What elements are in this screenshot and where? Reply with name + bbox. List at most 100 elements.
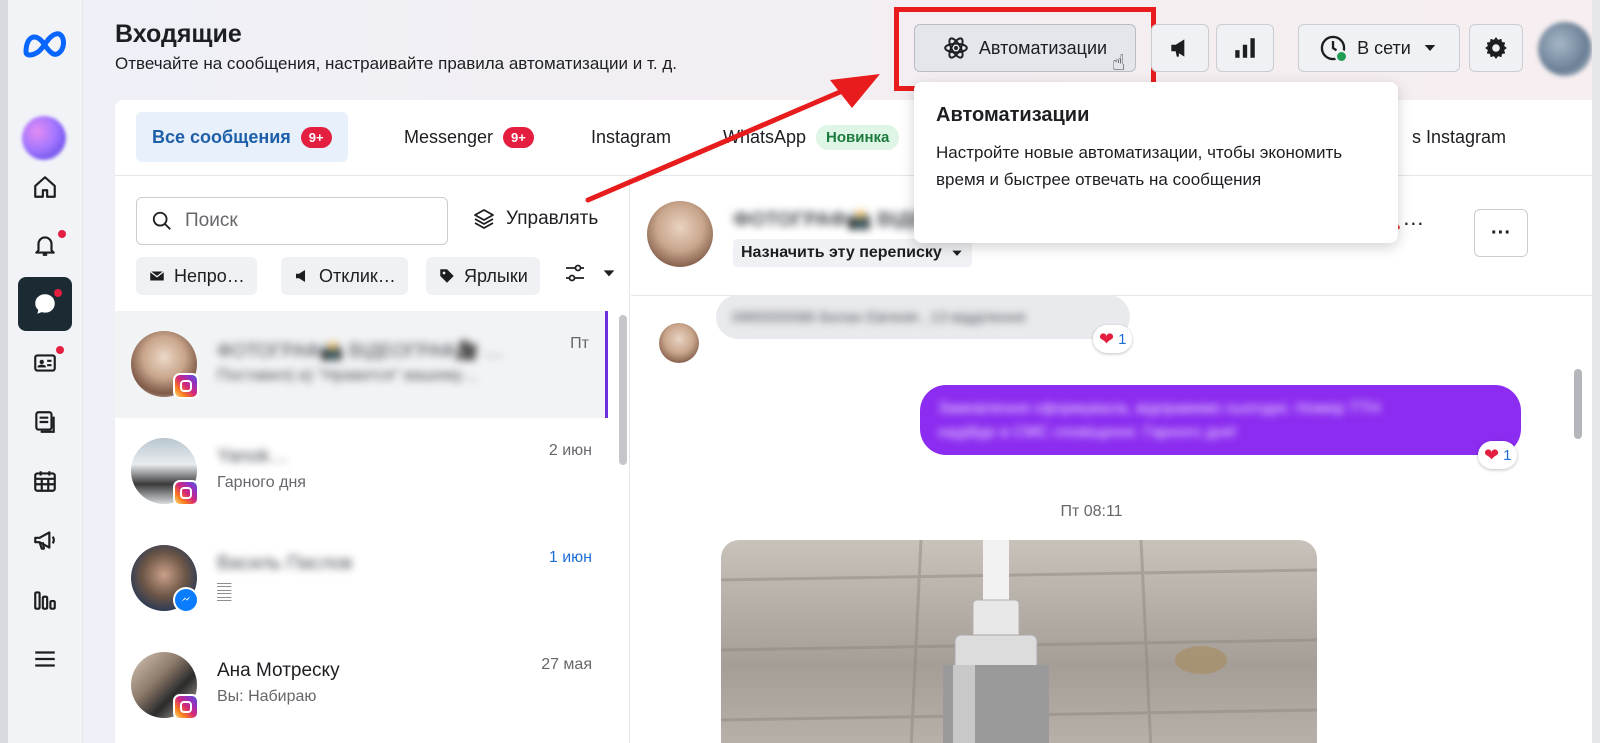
search-icon xyxy=(152,211,171,230)
left-rail xyxy=(8,0,83,743)
clock-icon xyxy=(1319,34,1349,63)
meta-logo-icon[interactable] xyxy=(22,28,70,63)
caret-down-icon xyxy=(603,270,615,277)
chip-label: Непро… xyxy=(174,265,245,286)
filter-chip-labels[interactable]: Ярлыки xyxy=(426,257,540,295)
manage-button[interactable]: Управлять xyxy=(472,207,598,231)
bar-chart-icon xyxy=(1235,38,1255,58)
status-dropdown[interactable]: В сети xyxy=(1298,24,1460,72)
assign-label: Назначить эту переписку xyxy=(741,244,942,261)
tab-messenger[interactable]: Messenger 9+ xyxy=(388,112,550,162)
date-separator: Пт 08:11 xyxy=(1060,503,1123,520)
caret-down-icon xyxy=(1424,45,1436,51)
megaphone-icon xyxy=(296,270,305,282)
conversation-snippet: 𝄛 xyxy=(217,581,232,601)
envelope-icon xyxy=(149,271,165,281)
tab-label: Instagram xyxy=(591,126,672,147)
conversation-item[interactable]: Ана Мотреску Вы: Набираю 27 мая xyxy=(115,632,608,739)
contact-avatar xyxy=(659,323,699,363)
insights-button[interactable] xyxy=(1216,24,1274,72)
search-input[interactable]: Поиск xyxy=(136,197,448,245)
app-window: Входящие Отвечайте на сообщения, настраи… xyxy=(8,0,1592,743)
conversation-item[interactable]: Yanok… Гарного дня 2 июн xyxy=(115,418,608,525)
conversation-snippet: Поставил(-а) "Нравится" вашему… xyxy=(217,367,479,384)
instagram-icon xyxy=(173,373,199,399)
tab-instagram[interactable]: Instagram xyxy=(575,112,687,162)
unread-badge: 9+ xyxy=(300,126,332,148)
sliders-icon xyxy=(566,264,584,282)
unread-badge: 9+ xyxy=(503,126,534,148)
conversation-list: Поиск Управлять Непро… Отклик… Ярлыки ФО… xyxy=(115,177,630,743)
conversation-time: 27 мая xyxy=(541,656,592,673)
message-text: 0965555586 Белан Евгенія , 13 відділення xyxy=(732,308,1026,326)
megaphone-icon xyxy=(1171,39,1185,57)
menu-icon[interactable] xyxy=(18,632,72,686)
tab-all-messages[interactable]: Все сообщения 9+ xyxy=(136,112,348,162)
window-edge-right xyxy=(1592,0,1600,743)
outgoing-message[interactable]: Замовлення сформувала, відправимо сьогод… xyxy=(920,385,1521,455)
conversation-item[interactable]: ФОТОГРАФ📸 ВІДЕОГРАФ🎥 … Поставил(-а) "Нра… xyxy=(115,311,608,418)
tooltip-body: Настройте новые автоматизации, чтобы эко… xyxy=(936,143,1343,190)
notification-dot xyxy=(56,346,64,354)
filter-chip-responses[interactable]: Отклик… xyxy=(281,257,408,295)
heart-icon: ❤ xyxy=(1484,444,1500,465)
notification-dot xyxy=(54,289,62,297)
contact-avatar[interactable] xyxy=(647,201,713,267)
conversation-time: Пт xyxy=(570,335,589,352)
caret-down-icon xyxy=(952,250,962,256)
list-scrollbar[interactable] xyxy=(619,315,627,465)
assign-conversation-dropdown[interactable]: Назначить эту переписку xyxy=(733,239,972,267)
manage-label: Управлять xyxy=(506,208,599,229)
tab-label: s Instagram xyxy=(1412,126,1507,147)
window-edge-left xyxy=(0,0,8,743)
page-title: Входящие xyxy=(115,20,242,48)
reaction-badge[interactable]: ❤ 1 xyxy=(1478,441,1518,469)
tooltip-title: Автоматизации xyxy=(936,104,1090,126)
tab-instagram-comments[interactable]: s Instagram xyxy=(1396,112,1522,162)
conversation-name: Yanok… xyxy=(217,446,289,467)
chat-icon[interactable] xyxy=(18,277,72,331)
heart-icon: ❤ xyxy=(1099,328,1115,349)
notification-dot xyxy=(58,230,66,238)
conversation-name: Ана Мотреску xyxy=(217,660,340,681)
reaction-count: 1 xyxy=(1118,330,1127,348)
conversation-snippet: Вы: Набираю xyxy=(217,688,317,705)
gear-icon xyxy=(1485,37,1507,59)
conversation-scrollbar[interactable] xyxy=(1574,369,1582,439)
messenger-icon xyxy=(173,587,199,613)
business-avatar[interactable] xyxy=(22,116,66,160)
bell-icon[interactable] xyxy=(18,218,72,272)
conversation-name: Василь Паслов xyxy=(217,553,353,574)
conversation-item[interactable]: Василь Паслов 𝄛 1 июн xyxy=(115,525,608,632)
tab-label: Все сообщения xyxy=(152,126,291,147)
message-text: надійде в СМС сповіщенні. Гарного дня! xyxy=(938,424,1237,441)
filter-settings-button[interactable] xyxy=(563,261,617,285)
search-placeholder: Поиск xyxy=(185,210,238,231)
chip-label: Отклик… xyxy=(319,265,396,286)
calendar-icon[interactable] xyxy=(18,454,72,508)
filter-chip-unread[interactable]: Непро… xyxy=(136,257,257,295)
megaphone-icon[interactable] xyxy=(18,513,72,567)
ads-button[interactable] xyxy=(1151,24,1209,72)
conversation-time: 2 июн xyxy=(548,442,592,459)
conversation-view: ФОТОГРАФ📸 ВІДЕОГРАФ 👠… Назначить эту пер… xyxy=(631,177,1592,743)
tab-whatsapp[interactable]: WhatsApp Новинка xyxy=(707,112,915,162)
status-label: В сети xyxy=(1357,37,1411,58)
home-icon[interactable] xyxy=(18,160,72,214)
conversation-name: ФОТОГРАФ📸 ВІДЕОГРАФ🎥 … xyxy=(217,341,504,362)
conversation-snippet: Гарного дня xyxy=(217,474,306,491)
conversation-time: 1 июн xyxy=(548,549,592,566)
layers-icon xyxy=(474,209,494,229)
message-photo[interactable] xyxy=(721,540,1317,743)
reaction-badge[interactable]: ❤ 1 xyxy=(1093,325,1133,353)
contacts-icon[interactable] xyxy=(18,336,72,390)
more-options-button[interactable]: ··· xyxy=(1474,209,1528,257)
tab-label: WhatsApp xyxy=(723,126,807,147)
profile-avatar[interactable] xyxy=(1538,22,1592,76)
highlight-frame xyxy=(894,7,1156,91)
settings-button[interactable] xyxy=(1469,24,1523,72)
incoming-message[interactable]: 0965555586 Белан Евгенія , 13 відділення xyxy=(716,295,1130,339)
insights-icon[interactable] xyxy=(18,573,72,627)
chip-label: Ярлыки xyxy=(464,265,528,286)
content-icon[interactable] xyxy=(18,395,72,449)
